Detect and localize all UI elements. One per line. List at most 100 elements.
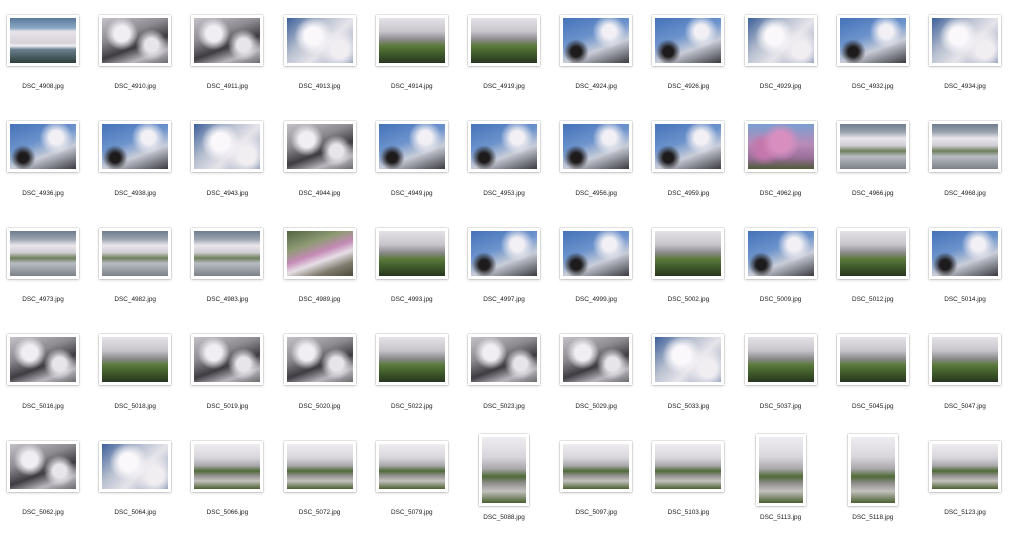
photo-thumbnail[interactable]	[191, 14, 264, 66]
photo-item[interactable]: DSC_4919.jpg	[458, 8, 550, 114]
photo-item[interactable]: DSC_4997.jpg	[458, 221, 550, 327]
photo-item[interactable]: DSC_5045.jpg	[827, 328, 919, 434]
photo-item[interactable]: DSC_4934.jpg	[919, 8, 1011, 114]
photo-thumbnail[interactable]	[191, 334, 264, 385]
photo-item[interactable]: DSC_4914.jpg	[366, 8, 458, 114]
photo-thumbnail[interactable]	[99, 14, 172, 66]
photo-thumbnail[interactable]	[929, 440, 1001, 492]
photo-item[interactable]: DSC_4932.jpg	[827, 8, 919, 114]
photo-thumbnail[interactable]	[99, 121, 172, 172]
photo-thumbnail[interactable]	[7, 14, 79, 66]
photo-item[interactable]: DSC_4993.jpg	[366, 221, 458, 327]
photo-thumbnail[interactable]	[375, 334, 448, 385]
photo-item[interactable]: DSC_5079.jpg	[366, 434, 458, 540]
photo-thumbnail[interactable]	[283, 121, 356, 172]
photo-thumbnail[interactable]	[929, 334, 1001, 385]
photo-item[interactable]: DSC_5037.jpg	[735, 328, 827, 434]
photo-item[interactable]: DSC_4924.jpg	[550, 8, 642, 114]
photo-thumbnail[interactable]	[99, 334, 172, 385]
photo-item[interactable]: DSC_4982.jpg	[89, 221, 181, 327]
photo-item[interactable]: DSC_5019.jpg	[181, 328, 273, 434]
photo-item[interactable]: DSC_5009.jpg	[735, 221, 827, 327]
photo-item[interactable]: DSC_5023.jpg	[458, 328, 550, 434]
photo-item[interactable]: DSC_5047.jpg	[919, 328, 1011, 434]
photo-thumbnail[interactable]	[7, 440, 79, 492]
photo-thumbnail[interactable]	[283, 14, 356, 66]
photo-item[interactable]: DSC_4973.jpg	[0, 221, 89, 327]
photo-item[interactable]: DSC_4943.jpg	[181, 115, 273, 221]
photo-thumbnail[interactable]	[836, 14, 909, 66]
photo-item[interactable]: DSC_5088.jpg	[458, 434, 550, 540]
photo-thumbnail[interactable]	[468, 227, 540, 279]
photo-item[interactable]: DSC_5064.jpg	[89, 434, 181, 540]
photo-thumbnail[interactable]	[7, 121, 79, 172]
photo-thumbnail[interactable]	[283, 227, 356, 279]
photo-item[interactable]: DSC_4968.jpg	[919, 115, 1011, 221]
photo-thumbnail[interactable]	[283, 440, 356, 492]
photo-thumbnail[interactable]	[468, 121, 540, 172]
photo-item[interactable]: DSC_5066.jpg	[181, 434, 273, 540]
photo-item[interactable]: DSC_4910.jpg	[89, 8, 181, 114]
photo-thumbnail[interactable]	[652, 334, 725, 385]
photo-thumbnail[interactable]	[652, 14, 725, 66]
photo-item[interactable]: DSC_4962.jpg	[735, 115, 827, 221]
photo-thumbnail[interactable]	[191, 440, 264, 492]
photo-item[interactable]: DSC_4966.jpg	[827, 115, 919, 221]
photo-thumbnail[interactable]	[836, 227, 909, 279]
photo-item[interactable]: DSC_4936.jpg	[0, 115, 89, 221]
photo-thumbnail[interactable]	[836, 121, 909, 172]
photo-thumbnail[interactable]	[744, 227, 817, 279]
photo-thumbnail[interactable]	[929, 121, 1001, 172]
photo-thumbnail[interactable]	[560, 14, 633, 66]
photo-item[interactable]: DSC_4959.jpg	[642, 115, 734, 221]
photo-thumbnail[interactable]	[560, 334, 633, 385]
photo-item[interactable]: DSC_4949.jpg	[366, 115, 458, 221]
photo-item[interactable]: DSC_5022.jpg	[366, 328, 458, 434]
photo-thumbnail[interactable]	[847, 434, 898, 506]
photo-item[interactable]: DSC_5018.jpg	[89, 328, 181, 434]
photo-thumbnail[interactable]	[99, 440, 172, 492]
photo-thumbnail[interactable]	[375, 440, 448, 492]
photo-item[interactable]: DSC_5072.jpg	[274, 434, 366, 540]
photo-thumbnail[interactable]	[191, 121, 264, 172]
photo-item[interactable]: DSC_5062.jpg	[0, 434, 89, 540]
photo-thumbnail[interactable]	[929, 227, 1001, 279]
photo-item[interactable]: DSC_5029.jpg	[550, 328, 642, 434]
photo-thumbnail[interactable]	[560, 121, 633, 172]
photo-thumbnail[interactable]	[7, 334, 79, 385]
photo-thumbnail[interactable]	[755, 434, 806, 506]
photo-item[interactable]: DSC_5103.jpg	[642, 434, 734, 540]
photo-thumbnail[interactable]	[99, 227, 172, 279]
photo-item[interactable]: DSC_4926.jpg	[642, 8, 734, 114]
photo-thumbnail[interactable]	[560, 440, 633, 492]
photo-item[interactable]: DSC_4908.jpg	[0, 8, 89, 114]
photo-item[interactable]: DSC_5097.jpg	[550, 434, 642, 540]
photo-item[interactable]: DSC_5014.jpg	[919, 221, 1011, 327]
photo-thumbnail[interactable]	[283, 334, 356, 385]
photo-thumbnail[interactable]	[744, 121, 817, 172]
photo-item[interactable]: DSC_4989.jpg	[274, 221, 366, 327]
photo-thumbnail[interactable]	[744, 334, 817, 385]
photo-item[interactable]: DSC_5016.jpg	[0, 328, 89, 434]
photo-thumbnail[interactable]	[836, 334, 909, 385]
photo-thumbnail[interactable]	[652, 227, 725, 279]
photo-thumbnail[interactable]	[468, 334, 540, 385]
photo-item[interactable]: DSC_4953.jpg	[458, 115, 550, 221]
photo-item[interactable]: DSC_4913.jpg	[274, 8, 366, 114]
photo-item[interactable]: DSC_5012.jpg	[827, 221, 919, 327]
photo-item[interactable]: DSC_4929.jpg	[735, 8, 827, 114]
photo-thumbnail[interactable]	[560, 227, 633, 279]
photo-item[interactable]: DSC_4999.jpg	[550, 221, 642, 327]
photo-thumbnail[interactable]	[375, 121, 448, 172]
photo-thumbnail[interactable]	[479, 434, 529, 506]
photo-item[interactable]: DSC_4938.jpg	[89, 115, 181, 221]
photo-item[interactable]: DSC_4944.jpg	[274, 115, 366, 221]
photo-thumbnail[interactable]	[375, 227, 448, 279]
photo-thumbnail[interactable]	[7, 227, 79, 279]
photo-item[interactable]: DSC_5123.jpg	[919, 434, 1011, 540]
photo-thumbnail[interactable]	[191, 227, 264, 279]
photo-thumbnail[interactable]	[375, 14, 448, 66]
photo-item[interactable]: DSC_5020.jpg	[274, 328, 366, 434]
photo-item[interactable]: DSC_5118.jpg	[827, 434, 919, 540]
photo-item[interactable]: DSC_5033.jpg	[642, 328, 734, 434]
